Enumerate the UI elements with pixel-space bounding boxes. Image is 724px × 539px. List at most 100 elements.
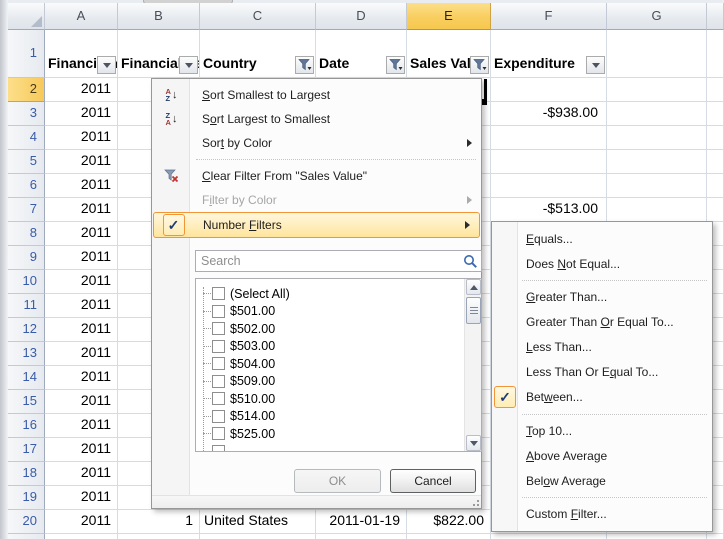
checkbox-icon[interactable] [212, 340, 225, 353]
submenu-item-between[interactable]: ✓Between... [492, 384, 712, 410]
cell-A21[interactable] [45, 534, 118, 539]
filter-applied-button-country[interactable] [295, 56, 314, 74]
cell-G6[interactable] [607, 174, 707, 198]
cell-A10[interactable]: 2011 [45, 270, 118, 294]
cell-C1[interactable]: Country [200, 30, 316, 78]
checkbox-icon[interactable] [212, 445, 225, 453]
filter-applied-button-sales-value[interactable] [470, 56, 489, 74]
cell-F2[interactable] [491, 78, 607, 102]
submenu-item-top-10[interactable]: Top 10... [492, 418, 712, 443]
row-header-15[interactable]: 15 [8, 390, 45, 414]
row-header-12[interactable]: 12 [8, 318, 45, 342]
column-header-E[interactable]: E [407, 3, 491, 30]
cell-H7[interactable] [707, 198, 724, 222]
row-header-9[interactable]: 9 [8, 246, 45, 270]
row-header-3[interactable]: 3 [8, 102, 45, 126]
cell-B1[interactable]: Financial Period [118, 30, 200, 78]
cell-A14[interactable]: 2011 [45, 366, 118, 390]
submenu-item-equals[interactable]: Equals... [492, 226, 712, 251]
filter-dropdown-button-financial-year[interactable] [97, 56, 116, 74]
column-header-B[interactable]: B [118, 3, 200, 30]
cell-A15[interactable]: 2011 [45, 390, 118, 414]
column-header-partial[interactable] [707, 3, 724, 30]
cell-A16[interactable]: 2011 [45, 414, 118, 438]
submenu-item-greater-than-or-equal-to[interactable]: Greater Than Or Equal To... [492, 309, 712, 334]
row-header-1[interactable]: 1 [8, 30, 45, 78]
cell-F6[interactable] [491, 174, 607, 198]
filter-dropdown-button-financial-period[interactable] [179, 56, 198, 74]
cell-A20[interactable]: 2011 [45, 510, 118, 534]
cell-A19[interactable]: 2011 [45, 486, 118, 510]
cell-A4[interactable]: 2011 [45, 126, 118, 150]
checkbox-icon[interactable] [212, 375, 225, 388]
column-header-C[interactable]: C [200, 3, 316, 30]
row-header-4[interactable]: 4 [8, 126, 45, 150]
row-header-2[interactable]: 2 [8, 78, 45, 102]
cell-D21[interactable] [316, 534, 407, 539]
cell-A18[interactable]: 2011 [45, 462, 118, 486]
row-header-7[interactable]: 7 [8, 198, 45, 222]
cell-A12[interactable]: 2011 [45, 318, 118, 342]
menu-item-filter-by-color[interactable]: Filter by Color [152, 188, 481, 212]
filter-dropdown-button-expenditure[interactable] [586, 56, 605, 74]
scrollbar-thumb[interactable] [466, 297, 481, 324]
cell-H2[interactable] [707, 78, 724, 102]
cell-B20[interactable]: 1 [118, 510, 200, 534]
cell-F5[interactable] [491, 150, 607, 174]
cell-E20[interactable]: $822.00 [407, 510, 491, 534]
filter-value-partial[interactable] [196, 443, 225, 453]
row-header-8[interactable]: 8 [8, 222, 45, 246]
row-header-16[interactable]: 16 [8, 414, 45, 438]
checkbox-icon[interactable] [212, 322, 225, 335]
cell-A9[interactable]: 2011 [45, 246, 118, 270]
resize-grip[interactable] [470, 497, 479, 506]
filter-value-504-00[interactable]: $504.00 [196, 355, 275, 372]
submenu-item-custom-filter[interactable]: Custom Filter... [492, 501, 712, 526]
submenu-item-does-not-equal[interactable]: Does Not Equal... [492, 251, 712, 276]
menu-item-number-filters[interactable]: ✓Number Filters [153, 212, 480, 238]
row-header-19[interactable]: 19 [8, 486, 45, 510]
cell-G3[interactable] [607, 102, 707, 126]
row-header-21[interactable] [8, 534, 45, 539]
checkbox-icon[interactable] [212, 287, 225, 300]
cell-E1[interactable]: Sales Value [407, 30, 491, 78]
cell-E21[interactable] [407, 534, 491, 539]
row-header-13[interactable]: 13 [8, 342, 45, 366]
filter-value-510-00[interactable]: $510.00 [196, 390, 275, 407]
column-header-G[interactable]: G [607, 3, 707, 30]
menu-item-clear-filter-from-sales-value[interactable]: Clear Filter From "Sales Value" [152, 164, 481, 188]
cell-A17[interactable]: 2011 [45, 438, 118, 462]
cell-F7[interactable]: -$513.00 [491, 198, 607, 222]
cell-G7[interactable] [607, 198, 707, 222]
row-header-17[interactable]: 17 [8, 438, 45, 462]
filter-applied-button-date[interactable] [386, 56, 405, 74]
scroll-up-button[interactable] [466, 279, 481, 295]
cell-B21[interactable] [118, 534, 200, 539]
cell-H1[interactable] [707, 30, 724, 78]
checkbox-icon[interactable] [212, 357, 225, 370]
scroll-down-button[interactable] [466, 435, 481, 451]
column-header-A[interactable]: A [45, 3, 118, 30]
filter-value-501-00[interactable]: $501.00 [196, 303, 275, 320]
row-header-18[interactable]: 18 [8, 462, 45, 486]
row-header-5[interactable]: 5 [8, 150, 45, 174]
cell-A2[interactable]: 2011 [45, 78, 118, 102]
cell-H6[interactable] [707, 174, 724, 198]
cell-A6[interactable]: 2011 [45, 174, 118, 198]
filter-value-502-00[interactable]: $502.00 [196, 320, 275, 337]
row-header-6[interactable]: 6 [8, 174, 45, 198]
filter-value-503-00[interactable]: $503.00 [196, 338, 275, 355]
row-header-20[interactable]: 20 [8, 510, 45, 534]
cell-A5[interactable]: 2011 [45, 150, 118, 174]
menu-item-sort-smallest-to-largest[interactable]: AZ↓Sort Smallest to Largest [152, 83, 481, 107]
filter-value-514-00[interactable]: $514.00 [196, 408, 275, 425]
select-all-corner[interactable] [8, 3, 45, 30]
submenu-item-above-average[interactable]: Above Average [492, 443, 712, 468]
row-header-11[interactable]: 11 [8, 294, 45, 318]
filter-value-509-00[interactable]: $509.00 [196, 373, 275, 390]
cancel-button[interactable]: Cancel [390, 469, 476, 493]
menu-item-sort-by-color[interactable]: Sort by Color [152, 131, 481, 155]
cell-A3[interactable]: 2011 [45, 102, 118, 126]
checkbox-icon[interactable] [212, 427, 225, 440]
cell-A8[interactable]: 2011 [45, 222, 118, 246]
